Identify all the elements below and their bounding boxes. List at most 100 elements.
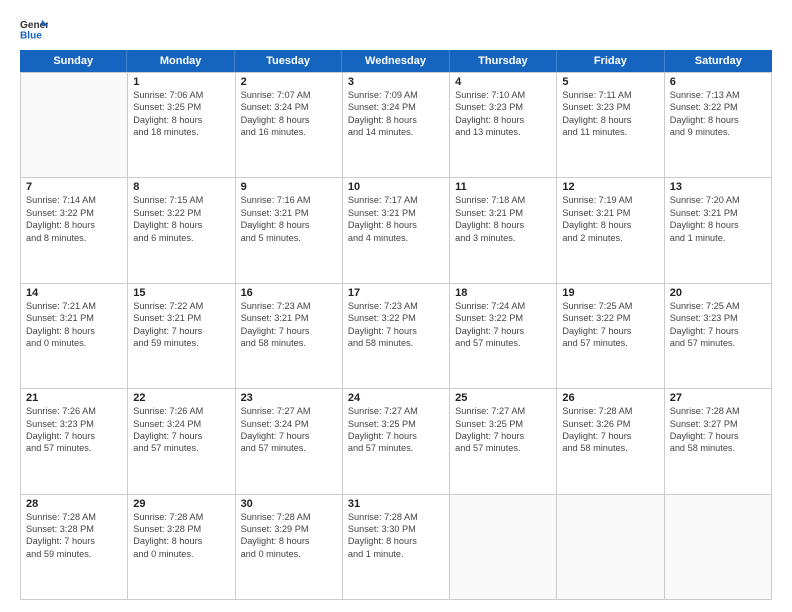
day-number: 23 (241, 392, 337, 404)
cell-info-line: Daylight: 8 hours (562, 219, 658, 231)
cell-info-line: Daylight: 8 hours (26, 325, 122, 337)
header: General Blue (20, 18, 772, 40)
cell-info-line: and 1 minute. (670, 232, 766, 244)
cell-info-line: Sunset: 3:21 PM (348, 207, 444, 219)
cell-info-line: Daylight: 7 hours (133, 430, 229, 442)
day-number: 30 (241, 498, 337, 510)
cell-info-line: Sunset: 3:21 PM (455, 207, 551, 219)
cell-info-line: Sunset: 3:23 PM (455, 101, 551, 113)
calendar-cell: 26Sunrise: 7:28 AMSunset: 3:26 PMDayligh… (557, 389, 664, 494)
day-number: 15 (133, 287, 229, 299)
cell-info-line: and 57 minutes. (455, 442, 551, 454)
day-number: 21 (26, 392, 122, 404)
header-day-saturday: Saturday (665, 50, 772, 72)
cell-info-line: and 59 minutes. (133, 337, 229, 349)
day-number: 24 (348, 392, 444, 404)
cell-info-line: Sunset: 3:29 PM (241, 523, 337, 535)
calendar-cell: 19Sunrise: 7:25 AMSunset: 3:22 PMDayligh… (557, 284, 664, 389)
cell-info-line: and 0 minutes. (241, 548, 337, 560)
cell-info-line: Sunset: 3:28 PM (133, 523, 229, 535)
calendar-cell: 31Sunrise: 7:28 AMSunset: 3:30 PMDayligh… (343, 495, 450, 600)
cell-info-line: Sunset: 3:21 PM (133, 312, 229, 324)
calendar-cell: 10Sunrise: 7:17 AMSunset: 3:21 PMDayligh… (343, 178, 450, 283)
header-day-monday: Monday (127, 50, 234, 72)
day-number: 22 (133, 392, 229, 404)
cell-info-line: Daylight: 8 hours (133, 219, 229, 231)
cell-info-line: Sunset: 3:22 PM (670, 101, 766, 113)
calendar-cell: 5Sunrise: 7:11 AMSunset: 3:23 PMDaylight… (557, 73, 664, 178)
cell-info-line: and 5 minutes. (241, 232, 337, 244)
cell-info-line: Sunrise: 7:25 AM (562, 300, 658, 312)
calendar-week-3: 14Sunrise: 7:21 AMSunset: 3:21 PMDayligh… (21, 284, 772, 389)
cell-info-line: Sunrise: 7:26 AM (133, 405, 229, 417)
cell-info-line: Sunrise: 7:27 AM (455, 405, 551, 417)
cell-info-line: Sunrise: 7:19 AM (562, 194, 658, 206)
calendar-cell: 8Sunrise: 7:15 AMSunset: 3:22 PMDaylight… (128, 178, 235, 283)
calendar-cell: 9Sunrise: 7:16 AMSunset: 3:21 PMDaylight… (236, 178, 343, 283)
cell-info-line: Sunset: 3:22 PM (133, 207, 229, 219)
cell-info-line: and 1 minute. (348, 548, 444, 560)
cell-info-line: Daylight: 7 hours (348, 325, 444, 337)
header-day-sunday: Sunday (20, 50, 127, 72)
day-number: 28 (26, 498, 122, 510)
cell-info-line: Sunrise: 7:26 AM (26, 405, 122, 417)
cell-info-line: Sunrise: 7:28 AM (26, 511, 122, 523)
cell-info-line: Sunset: 3:25 PM (348, 418, 444, 430)
cell-info-line: Sunset: 3:21 PM (241, 312, 337, 324)
cell-info-line: Daylight: 7 hours (562, 430, 658, 442)
cell-info-line: Sunrise: 7:25 AM (670, 300, 766, 312)
calendar-cell: 30Sunrise: 7:28 AMSunset: 3:29 PMDayligh… (236, 495, 343, 600)
cell-info-line: Sunset: 3:24 PM (241, 101, 337, 113)
calendar-cell (21, 73, 128, 178)
cell-info-line: and 57 minutes. (455, 337, 551, 349)
cell-info-line: Sunrise: 7:07 AM (241, 89, 337, 101)
cell-info-line: and 57 minutes. (562, 337, 658, 349)
cell-info-line: Sunset: 3:21 PM (562, 207, 658, 219)
day-number: 2 (241, 76, 337, 88)
cell-info-line: Sunset: 3:24 PM (133, 418, 229, 430)
cell-info-line: Sunset: 3:21 PM (241, 207, 337, 219)
cell-info-line: Sunrise: 7:24 AM (455, 300, 551, 312)
calendar-cell: 16Sunrise: 7:23 AMSunset: 3:21 PMDayligh… (236, 284, 343, 389)
cell-info-line: Sunset: 3:22 PM (562, 312, 658, 324)
cell-info-line: and 59 minutes. (26, 548, 122, 560)
calendar-cell: 3Sunrise: 7:09 AMSunset: 3:24 PMDaylight… (343, 73, 450, 178)
cell-info-line: Sunrise: 7:10 AM (455, 89, 551, 101)
cell-info-line: Sunset: 3:21 PM (670, 207, 766, 219)
cell-info-line: Sunset: 3:21 PM (26, 312, 122, 324)
cell-info-line: Sunset: 3:28 PM (26, 523, 122, 535)
cell-info-line: Daylight: 8 hours (241, 219, 337, 231)
calendar-week-1: 1Sunrise: 7:06 AMSunset: 3:25 PMDaylight… (21, 73, 772, 178)
calendar-body: 1Sunrise: 7:06 AMSunset: 3:25 PMDaylight… (20, 72, 772, 600)
cell-info-line: Daylight: 8 hours (348, 114, 444, 126)
cell-info-line: Daylight: 8 hours (241, 535, 337, 547)
calendar-cell: 22Sunrise: 7:26 AMSunset: 3:24 PMDayligh… (128, 389, 235, 494)
cell-info-line: Sunset: 3:22 PM (26, 207, 122, 219)
cell-info-line: Sunrise: 7:14 AM (26, 194, 122, 206)
cell-info-line: Daylight: 8 hours (348, 219, 444, 231)
cell-info-line: Daylight: 7 hours (26, 430, 122, 442)
calendar-cell: 29Sunrise: 7:28 AMSunset: 3:28 PMDayligh… (128, 495, 235, 600)
calendar-cell: 20Sunrise: 7:25 AMSunset: 3:23 PMDayligh… (665, 284, 772, 389)
calendar-cell: 6Sunrise: 7:13 AMSunset: 3:22 PMDaylight… (665, 73, 772, 178)
calendar-cell: 27Sunrise: 7:28 AMSunset: 3:27 PMDayligh… (665, 389, 772, 494)
header-day-friday: Friday (557, 50, 664, 72)
calendar-cell: 4Sunrise: 7:10 AMSunset: 3:23 PMDaylight… (450, 73, 557, 178)
cell-info-line: and 57 minutes. (348, 442, 444, 454)
cell-info-line: Sunrise: 7:18 AM (455, 194, 551, 206)
day-number: 25 (455, 392, 551, 404)
logo-icon: General Blue (20, 18, 48, 40)
day-number: 4 (455, 76, 551, 88)
day-number: 17 (348, 287, 444, 299)
day-number: 16 (241, 287, 337, 299)
cell-info-line: Sunrise: 7:21 AM (26, 300, 122, 312)
calendar-cell (557, 495, 664, 600)
calendar-cell: 25Sunrise: 7:27 AMSunset: 3:25 PMDayligh… (450, 389, 557, 494)
cell-info-line: Sunset: 3:26 PM (562, 418, 658, 430)
cell-info-line: Daylight: 8 hours (455, 219, 551, 231)
cell-info-line: Daylight: 8 hours (26, 219, 122, 231)
cell-info-line: Sunset: 3:25 PM (133, 101, 229, 113)
day-number: 6 (670, 76, 766, 88)
day-number: 12 (562, 181, 658, 193)
day-number: 7 (26, 181, 122, 193)
